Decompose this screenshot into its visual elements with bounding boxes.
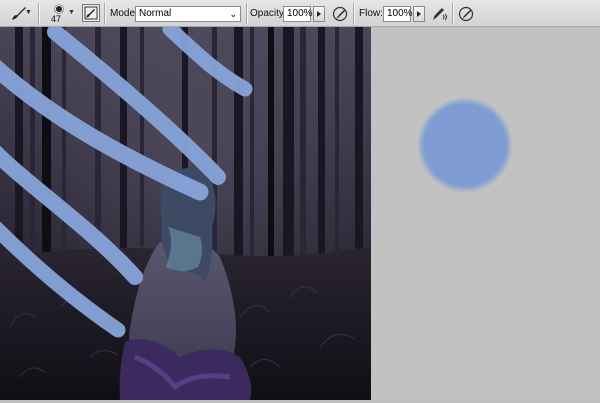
divider bbox=[246, 3, 247, 24]
airbrush-toggle[interactable] bbox=[429, 4, 449, 23]
pressure-opacity-toggle[interactable] bbox=[330, 4, 350, 23]
forest-photo bbox=[0, 27, 371, 400]
brush-size-value: 47 bbox=[51, 14, 62, 24]
chevron-down-icon: ⌄ bbox=[229, 9, 237, 19]
chevron-down-icon: ▼ bbox=[25, 9, 32, 16]
brush-panel-toggle[interactable] bbox=[82, 4, 100, 22]
airbrush-icon bbox=[433, 7, 447, 20]
opacity-label: Opacity: bbox=[250, 8, 287, 19]
divider bbox=[452, 3, 453, 24]
mode-label: Mode: bbox=[110, 8, 138, 19]
divider bbox=[104, 3, 105, 24]
flow-label: Flow: bbox=[359, 8, 383, 19]
pasteboard-area[interactable] bbox=[371, 27, 600, 400]
brush-tip-icon bbox=[54, 4, 64, 14]
flow-value: 100% bbox=[387, 8, 413, 19]
divider bbox=[353, 3, 354, 24]
pressure-size-toggle[interactable] bbox=[456, 4, 476, 23]
divider bbox=[38, 3, 39, 24]
mode-select-value: Normal bbox=[139, 8, 172, 19]
flow-input[interactable]: 100% bbox=[383, 6, 413, 22]
tool-preset-picker[interactable]: ▼ bbox=[3, 4, 33, 23]
triangle-right-icon bbox=[417, 11, 421, 17]
brush-dab bbox=[417, 97, 513, 193]
mode-select[interactable]: Normal ⌄ bbox=[135, 6, 241, 22]
pen-pressure-icon bbox=[332, 6, 348, 21]
chevron-down-icon: ▼ bbox=[68, 9, 75, 16]
document-canvas[interactable] bbox=[0, 27, 371, 400]
options-bar: ▼ ▼ 47 Mode: Normal ⌄ Opacity: 100% Flow… bbox=[0, 0, 600, 27]
triangle-right-icon bbox=[317, 11, 321, 17]
opacity-input[interactable]: 100% bbox=[283, 6, 313, 22]
opacity-slider-button[interactable] bbox=[313, 6, 325, 22]
flow-slider-button[interactable] bbox=[413, 6, 425, 22]
brush-panel-icon bbox=[84, 6, 98, 20]
pen-pressure-size-icon bbox=[458, 6, 474, 21]
opacity-value: 100% bbox=[287, 8, 313, 19]
